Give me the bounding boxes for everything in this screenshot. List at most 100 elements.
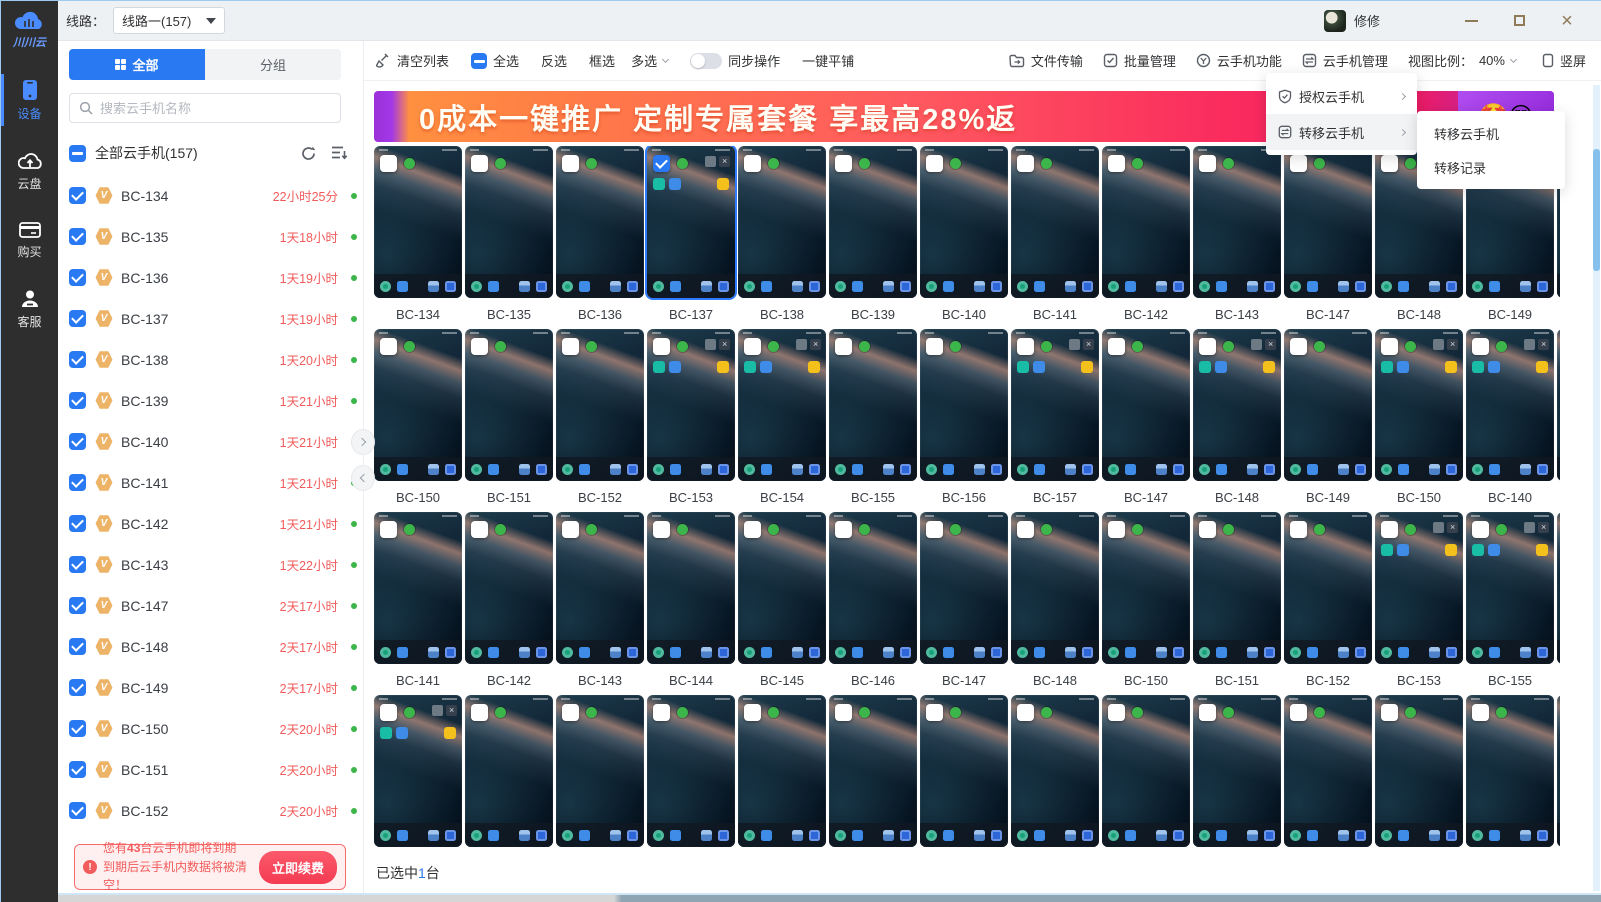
device-row[interactable]: V BC-149 2天17小时	[69, 667, 359, 708]
phone-card[interactable]	[1375, 512, 1463, 664]
card-checkbox[interactable]	[1199, 155, 1216, 172]
phone-card[interactable]	[829, 695, 917, 847]
device-row[interactable]: V BC-142 1天21小时	[69, 503, 359, 544]
phone-card[interactable]	[1193, 329, 1281, 481]
card-checkbox[interactable]	[562, 521, 579, 538]
device-row[interactable]: V BC-152 2天20小时	[69, 790, 359, 831]
phone-card[interactable]	[465, 329, 553, 481]
collapse-panel-handle[interactable]	[351, 465, 375, 491]
phone-card[interactable]	[647, 512, 735, 664]
phone-card[interactable]	[465, 146, 553, 298]
card-checkbox[interactable]	[1199, 704, 1216, 721]
device-checkbox[interactable]	[69, 351, 86, 368]
vertical-scrollbar[interactable]	[1593, 85, 1600, 891]
line-select[interactable]: 线路一(157)	[113, 7, 226, 34]
phone-card[interactable]	[1011, 329, 1099, 481]
phone-card[interactable]	[374, 512, 462, 664]
select-all-checkbox[interactable]	[471, 52, 488, 69]
phone-card[interactable]	[1466, 695, 1554, 847]
card-checkbox[interactable]	[926, 338, 943, 355]
card-checkbox[interactable]	[380, 521, 397, 538]
phone-card[interactable]	[1193, 512, 1281, 664]
phone-card[interactable]	[556, 695, 644, 847]
card-checkbox[interactable]	[1108, 521, 1125, 538]
clear-list-button[interactable]: 清空列表	[376, 51, 449, 70]
phone-card[interactable]	[1011, 695, 1099, 847]
card-checkbox[interactable]	[744, 704, 761, 721]
menu-item-authorize[interactable]: 授权云手机	[1266, 78, 1417, 114]
phone-card[interactable]	[465, 695, 553, 847]
avatar[interactable]	[1323, 9, 1346, 32]
close-button[interactable]: ×	[1550, 7, 1584, 35]
phone-card[interactable]	[920, 329, 1008, 481]
phone-card[interactable]	[738, 329, 826, 481]
card-checkbox[interactable]	[1472, 704, 1489, 721]
card-checkbox[interactable]	[1017, 521, 1034, 538]
phone-card[interactable]	[1557, 512, 1560, 664]
refresh-icon[interactable]	[300, 145, 317, 162]
card-checkbox[interactable]	[653, 521, 670, 538]
device-row[interactable]: V BC-143 1天22小时	[69, 544, 359, 585]
card-checkbox[interactable]	[926, 155, 943, 172]
batch-manage-button[interactable]: 批量管理	[1103, 51, 1176, 70]
card-checkbox[interactable]	[1017, 338, 1034, 355]
device-checkbox[interactable]	[69, 802, 86, 819]
phone-card[interactable]	[647, 146, 735, 298]
card-checkbox[interactable]	[1290, 338, 1307, 355]
device-row[interactable]: V BC-140 1天21小时	[69, 421, 359, 462]
device-checkbox[interactable]	[69, 187, 86, 204]
minimize-button[interactable]	[1454, 7, 1488, 35]
device-row[interactable]: V BC-138 1天20小时	[69, 339, 359, 380]
phone-card[interactable]	[1284, 329, 1372, 481]
phone-card[interactable]	[829, 329, 917, 481]
phone-card[interactable]	[920, 512, 1008, 664]
multi-select-button[interactable]: 多选	[631, 51, 670, 70]
device-checkbox[interactable]	[69, 515, 86, 532]
phone-card[interactable]	[738, 695, 826, 847]
phone-card[interactable]	[1557, 329, 1560, 481]
phone-card[interactable]	[1102, 512, 1190, 664]
sidebar-item-support[interactable]: 客服	[1, 288, 58, 330]
phone-card[interactable]	[1284, 512, 1372, 664]
cloud-phone-function-button[interactable]: 云手机功能	[1196, 51, 1282, 70]
card-checkbox[interactable]	[1472, 338, 1489, 355]
phone-card[interactable]	[920, 146, 1008, 298]
card-checkbox[interactable]	[744, 338, 761, 355]
phone-card[interactable]	[829, 146, 917, 298]
phone-card[interactable]	[556, 512, 644, 664]
card-checkbox[interactable]	[1472, 521, 1489, 538]
phone-card[interactable]	[1466, 512, 1554, 664]
device-row[interactable]: V BC-150 2天20小时	[69, 708, 359, 749]
phone-card[interactable]	[1193, 146, 1281, 298]
maximize-button[interactable]	[1502, 7, 1536, 35]
card-checkbox[interactable]	[562, 704, 579, 721]
device-row[interactable]: V BC-137 1天19小时	[69, 298, 359, 339]
portrait-button[interactable]: 竖屏	[1542, 51, 1586, 70]
card-checkbox[interactable]	[1381, 521, 1398, 538]
card-checkbox[interactable]	[562, 338, 579, 355]
submenu-item[interactable]: 转移云手机	[1417, 116, 1565, 150]
phone-card[interactable]	[1011, 512, 1099, 664]
file-transfer-button[interactable]: 文件传输	[1009, 51, 1083, 70]
card-checkbox[interactable]	[653, 155, 670, 172]
cloud-phone-manage-button[interactable]: 云手机管理	[1302, 51, 1388, 70]
phone-card[interactable]	[920, 695, 1008, 847]
card-checkbox[interactable]	[1108, 704, 1125, 721]
phone-card[interactable]	[1102, 695, 1190, 847]
device-checkbox[interactable]	[69, 474, 86, 491]
expand-panel-handle[interactable]	[351, 429, 375, 455]
phone-card[interactable]	[556, 329, 644, 481]
device-row[interactable]: V BC-147 2天17小时	[69, 585, 359, 626]
menu-item-transfer[interactable]: 转移云手机	[1266, 114, 1417, 150]
card-checkbox[interactable]	[471, 338, 488, 355]
scrollbar-thumb[interactable]	[1593, 149, 1600, 271]
card-checkbox[interactable]	[1108, 155, 1125, 172]
card-checkbox[interactable]	[926, 704, 943, 721]
card-checkbox[interactable]	[562, 155, 579, 172]
tile-button[interactable]: 一键平铺	[802, 51, 854, 70]
phone-card[interactable]	[556, 146, 644, 298]
phone-card[interactable]	[465, 512, 553, 664]
phone-card[interactable]	[738, 512, 826, 664]
phone-card[interactable]	[1375, 695, 1463, 847]
card-checkbox[interactable]	[471, 521, 488, 538]
